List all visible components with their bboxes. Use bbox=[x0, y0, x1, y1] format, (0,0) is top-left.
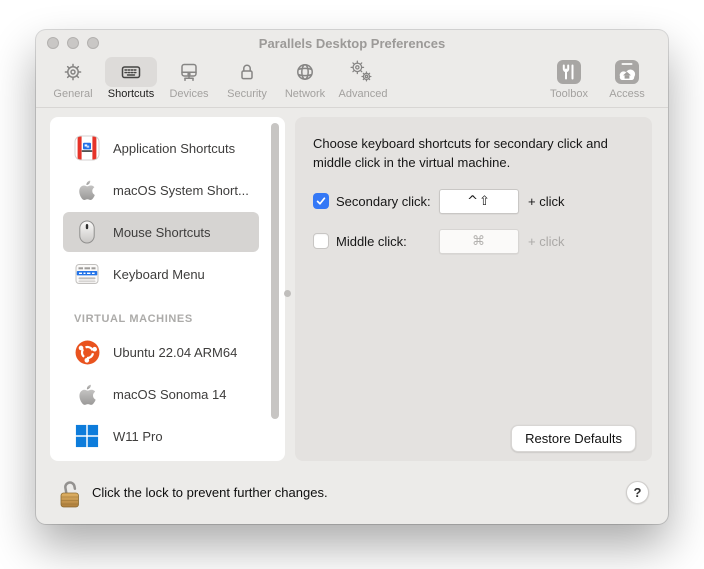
windows-icon bbox=[75, 424, 99, 448]
tab-label: Toolbox bbox=[550, 88, 588, 100]
devices-icon bbox=[181, 63, 197, 81]
mouse-icon bbox=[79, 220, 95, 244]
sidebar-item-label: Ubuntu 22.04 ARM64 bbox=[113, 344, 238, 360]
middle-click-suffix: + click bbox=[528, 233, 565, 249]
toolbox-icon bbox=[557, 60, 581, 84]
virtual-machines-section-header: VIRTUAL MACHINES bbox=[74, 313, 193, 325]
tab-network[interactable]: Network bbox=[276, 57, 334, 100]
sidebar-item-label: Mouse Shortcuts bbox=[113, 224, 211, 240]
toolbar: General Shortcuts Devices Security Netwo… bbox=[36, 57, 668, 108]
sidebar-item-mouse-shortcuts[interactable]: Mouse Shortcuts bbox=[50, 211, 285, 253]
apple-icon bbox=[78, 384, 96, 405]
tab-general[interactable]: General bbox=[44, 57, 102, 100]
apple-icon bbox=[79, 180, 95, 200]
tab-label: Network bbox=[284, 88, 326, 100]
sidebar-item-keyboard-menu[interactable]: Keyboard Menu bbox=[50, 253, 285, 295]
description-text: Choose keyboard shortcuts for secondary … bbox=[313, 136, 608, 170]
sidebar-item-vm-macos-sonoma[interactable]: macOS Sonoma 14 bbox=[50, 373, 285, 415]
middle-click-label: Middle click: bbox=[336, 233, 407, 249]
sidebar-scrollbar[interactable] bbox=[271, 123, 279, 419]
sidebar-item-vm-ubuntu[interactable]: Ubuntu 22.04 ARM64 bbox=[50, 331, 285, 373]
restore-defaults-button[interactable]: Restore Defaults bbox=[511, 425, 636, 452]
keyboard-menu-icon bbox=[75, 264, 99, 284]
parallels-app-icon bbox=[74, 135, 100, 161]
secondary-click-label: Secondary click: bbox=[336, 193, 431, 209]
tab-access[interactable]: Access bbox=[598, 57, 656, 100]
sidebar-item-vm-w11-pro[interactable]: W11 Pro bbox=[50, 415, 285, 457]
preferences-window: Parallels Desktop Preferences General Sh… bbox=[36, 30, 668, 524]
sidebar-item-label: W11 Pro bbox=[113, 428, 163, 444]
content-panel: Choose keyboard shortcuts for secondary … bbox=[295, 117, 652, 461]
tab-shortcuts[interactable]: Shortcuts bbox=[102, 57, 160, 100]
tab-label: Access bbox=[609, 88, 645, 100]
access-icon bbox=[615, 60, 639, 84]
gear-icon bbox=[64, 63, 82, 81]
keyboard-icon bbox=[121, 66, 141, 79]
checkmark-icon bbox=[316, 197, 326, 205]
sidebar-item-label: Application Shortcuts bbox=[113, 140, 236, 156]
titlebar: Parallels Desktop Preferences bbox=[36, 30, 668, 57]
tab-devices[interactable]: Devices bbox=[160, 57, 218, 100]
secondary-click-checkbox[interactable] bbox=[313, 193, 329, 210]
help-button[interactable]: ? bbox=[626, 481, 649, 504]
middle-click-shortcut-field[interactable]: ⌘ bbox=[439, 228, 519, 254]
tab-label: Security bbox=[227, 88, 267, 100]
globe-icon bbox=[297, 64, 313, 80]
tab-security[interactable]: Security bbox=[218, 57, 276, 100]
sidebar-item-application-shortcuts[interactable]: Application Shortcuts bbox=[50, 127, 285, 169]
lock-hint-text: Click the lock to prevent further change… bbox=[92, 485, 328, 500]
secondary-click-row: Secondary click: ^⇧ + click bbox=[313, 188, 652, 214]
sidebar-item-label: Keyboard Menu bbox=[113, 266, 205, 282]
middle-click-checkbox[interactable] bbox=[313, 233, 329, 250]
pane-resize-handle[interactable] bbox=[284, 290, 291, 297]
lock-icon bbox=[241, 64, 253, 80]
ubuntu-icon bbox=[75, 340, 99, 364]
window-title: Parallels Desktop Preferences bbox=[258, 36, 446, 51]
tab-label: Devices bbox=[169, 88, 209, 100]
secondary-click-shortcut-field[interactable]: ^⇧ bbox=[439, 188, 519, 214]
middle-click-row: Middle click: ⌘ + click bbox=[313, 228, 652, 254]
tab-label: General bbox=[53, 88, 93, 100]
secondary-click-suffix: + click bbox=[528, 193, 565, 209]
sidebar-item-label: macOS System Short... bbox=[113, 182, 249, 198]
gears-icon bbox=[350, 60, 372, 82]
unlocked-lock-icon[interactable] bbox=[57, 477, 84, 510]
sidebar-item-macos-system-shortcuts[interactable]: macOS System Short... bbox=[50, 169, 285, 211]
tab-toolbox[interactable]: Toolbox bbox=[540, 57, 598, 100]
tab-advanced[interactable]: Advanced bbox=[334, 57, 392, 100]
sidebar: Application Shortcuts macOS System Short… bbox=[50, 117, 285, 461]
tab-label: Advanced bbox=[338, 88, 388, 100]
tab-label: Shortcuts bbox=[107, 88, 155, 100]
sidebar-item-label: macOS Sonoma 14 bbox=[113, 386, 227, 402]
